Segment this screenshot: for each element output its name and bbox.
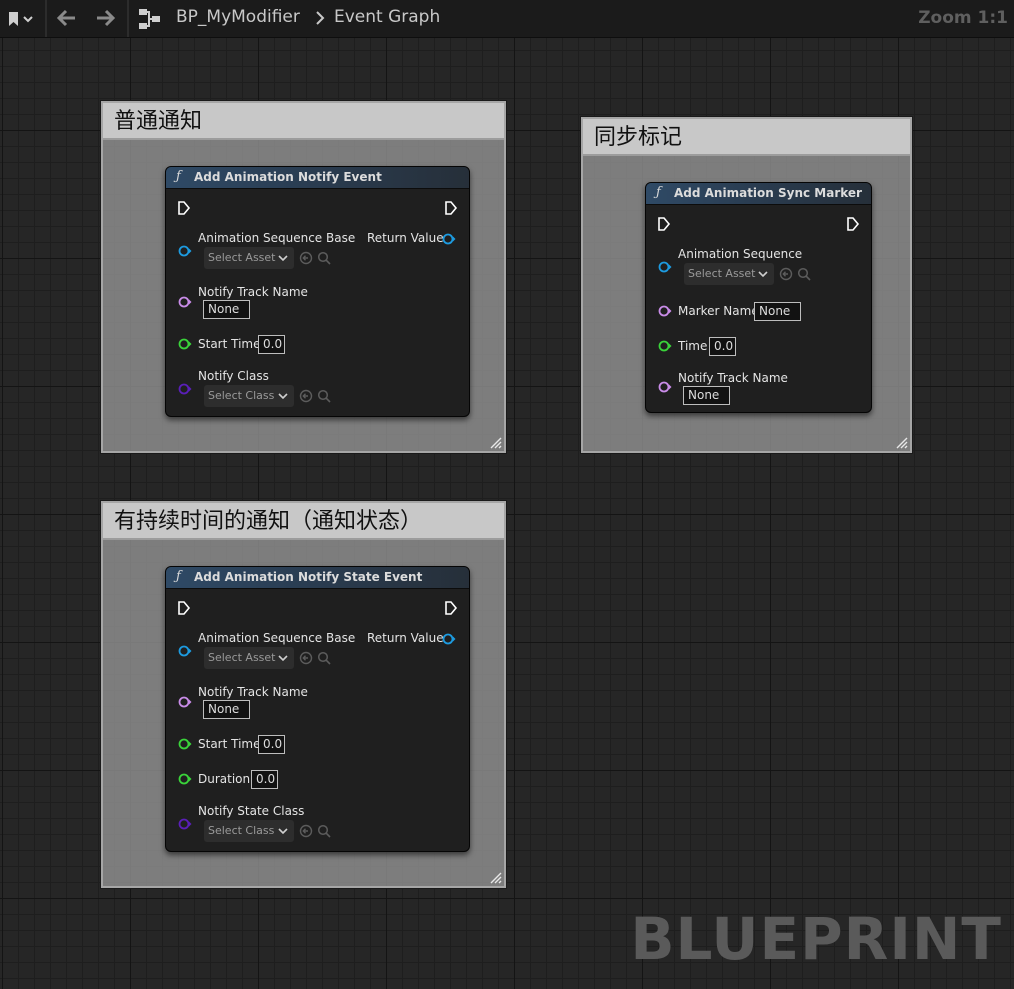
start-time-input[interactable]: 0.0 bbox=[258, 335, 285, 354]
float-pin-icon[interactable] bbox=[178, 338, 192, 350]
use-selected-arrow-icon[interactable] bbox=[299, 251, 313, 265]
return-value-pin-icon[interactable] bbox=[442, 633, 456, 645]
use-selected-arrow-icon[interactable] bbox=[299, 651, 313, 665]
browse-search-icon[interactable] bbox=[317, 824, 331, 838]
graph-toolbar: BP_MyModifier Event Graph Zoom 1:1 bbox=[0, 0, 1014, 38]
use-selected-arrow-icon[interactable] bbox=[779, 267, 793, 281]
node-title: Add Animation Notify Event bbox=[194, 170, 382, 184]
float-pin-icon[interactable] bbox=[178, 773, 192, 785]
select-asset-label: Select Asset bbox=[688, 267, 756, 280]
node-title: Add Animation Sync Marker bbox=[674, 186, 862, 200]
node-add-animation-notify-state-event[interactable]: ƒ Add Animation Notify State Event Anima… bbox=[165, 566, 470, 852]
object-pin-icon[interactable] bbox=[658, 261, 672, 273]
graph-icon bbox=[139, 9, 160, 29]
exec-out-pin-icon[interactable] bbox=[846, 216, 860, 232]
function-icon: ƒ bbox=[176, 569, 181, 584]
object-pin-icon[interactable] bbox=[178, 645, 192, 657]
breadcrumb-chevron-icon bbox=[316, 11, 325, 25]
name-pin-icon[interactable] bbox=[658, 381, 672, 393]
pin-label-notify-class: Notify Class bbox=[198, 369, 269, 383]
chevron-down-icon bbox=[278, 655, 288, 662]
browse-search-icon[interactable] bbox=[317, 251, 331, 265]
select-asset-dropdown[interactable]: Select Asset bbox=[204, 247, 294, 269]
chevron-down-icon bbox=[278, 828, 288, 835]
return-value-pin-icon[interactable] bbox=[442, 233, 456, 245]
track-name-input[interactable]: None bbox=[203, 700, 250, 719]
name-pin-icon[interactable] bbox=[178, 296, 192, 308]
back-arrow-icon[interactable] bbox=[55, 8, 79, 28]
track-name-input[interactable]: None bbox=[203, 300, 250, 319]
node-add-animation-sync-marker[interactable]: ƒ Add Animation Sync Marker Animation Se… bbox=[645, 182, 872, 413]
bookmark-dropdown-icon[interactable] bbox=[6, 9, 36, 29]
track-name-input[interactable]: None bbox=[683, 386, 730, 405]
duration-input[interactable]: 0.0 bbox=[251, 770, 278, 789]
zoom-level: Zoom 1:1 bbox=[918, 8, 1008, 28]
comment-title[interactable]: 普通通知 bbox=[103, 103, 504, 140]
comment-title[interactable]: 有持续时间的通知（通知状态） bbox=[103, 503, 504, 540]
select-class-dropdown[interactable]: Select Class bbox=[204, 820, 294, 842]
pin-label-sequence: Animation Sequence Base bbox=[198, 631, 356, 645]
start-time-input[interactable]: 0.0 bbox=[258, 735, 285, 754]
use-selected-arrow-icon[interactable] bbox=[299, 389, 313, 403]
object-pin-icon[interactable] bbox=[178, 245, 192, 257]
function-icon: ƒ bbox=[656, 185, 661, 200]
node-header[interactable]: ƒ Add Animation Sync Marker bbox=[646, 183, 871, 205]
breadcrumb-graph[interactable]: Event Graph bbox=[334, 7, 440, 27]
name-pin-icon[interactable] bbox=[178, 696, 192, 708]
class-pin-icon[interactable] bbox=[178, 818, 192, 830]
pin-label-marker-name: Marker Name bbox=[678, 304, 759, 318]
pin-label-sequence: Animation Sequence bbox=[678, 247, 803, 261]
exec-in-pin-icon[interactable] bbox=[177, 200, 191, 216]
node-header[interactable]: ƒ Add Animation Notify Event bbox=[166, 167, 469, 189]
pin-label-sequence: Animation Sequence Base bbox=[198, 231, 356, 245]
select-asset-label: Select Asset bbox=[208, 251, 276, 264]
pin-label-time: Time bbox=[678, 339, 708, 353]
browse-search-icon[interactable] bbox=[317, 389, 331, 403]
node-add-animation-notify-event[interactable]: ƒ Add Animation Notify Event Animation S… bbox=[165, 166, 470, 417]
select-asset-label: Select Asset bbox=[208, 651, 276, 664]
float-pin-icon[interactable] bbox=[178, 738, 192, 750]
resize-handle-icon[interactable] bbox=[490, 437, 502, 449]
exec-in-pin-icon[interactable] bbox=[657, 216, 671, 232]
pin-label-start-time: Start Time bbox=[198, 337, 261, 351]
comment-title[interactable]: 同步标记 bbox=[583, 119, 910, 156]
use-selected-arrow-icon[interactable] bbox=[299, 824, 313, 838]
time-input[interactable]: 0.0 bbox=[709, 337, 736, 356]
resize-handle-icon[interactable] bbox=[896, 437, 908, 449]
select-class-label: Select Class bbox=[208, 824, 275, 837]
resize-handle-icon[interactable] bbox=[490, 872, 502, 884]
name-pin-icon[interactable] bbox=[658, 305, 672, 317]
pin-label-start-time: Start Time bbox=[198, 737, 261, 751]
exec-out-pin-icon[interactable] bbox=[444, 200, 458, 216]
chevron-down-icon bbox=[278, 255, 288, 262]
pin-label-notify-state-class: Notify State Class bbox=[198, 804, 305, 818]
browse-search-icon[interactable] bbox=[797, 267, 811, 281]
breadcrumb-asset[interactable]: BP_MyModifier bbox=[176, 7, 300, 27]
browse-search-icon[interactable] bbox=[317, 651, 331, 665]
pin-label-track: Notify Track Name bbox=[678, 371, 788, 385]
node-title: Add Animation Notify State Event bbox=[194, 570, 423, 584]
pin-label-track: Notify Track Name bbox=[198, 285, 308, 299]
blueprint-watermark: BLUEPRINT bbox=[630, 905, 1002, 973]
pin-label-track: Notify Track Name bbox=[198, 685, 308, 699]
function-icon: ƒ bbox=[176, 169, 181, 184]
node-header[interactable]: ƒ Add Animation Notify State Event bbox=[166, 567, 469, 589]
pin-label-return-value: Return Value bbox=[367, 631, 444, 645]
select-class-label: Select Class bbox=[208, 389, 275, 402]
select-class-dropdown[interactable]: Select Class bbox=[204, 385, 294, 407]
float-pin-icon[interactable] bbox=[658, 340, 672, 352]
select-asset-dropdown[interactable]: Select Asset bbox=[684, 263, 774, 285]
class-pin-icon[interactable] bbox=[178, 383, 192, 395]
chevron-down-icon bbox=[758, 271, 768, 278]
chevron-down-icon bbox=[278, 393, 288, 400]
pin-label-return-value: Return Value bbox=[367, 231, 444, 245]
marker-name-input[interactable]: None bbox=[754, 302, 801, 321]
pin-label-duration: Duration bbox=[198, 772, 251, 786]
exec-in-pin-icon[interactable] bbox=[177, 600, 191, 616]
select-asset-dropdown[interactable]: Select Asset bbox=[204, 647, 294, 669]
exec-out-pin-icon[interactable] bbox=[444, 600, 458, 616]
forward-arrow-icon[interactable] bbox=[93, 8, 117, 28]
